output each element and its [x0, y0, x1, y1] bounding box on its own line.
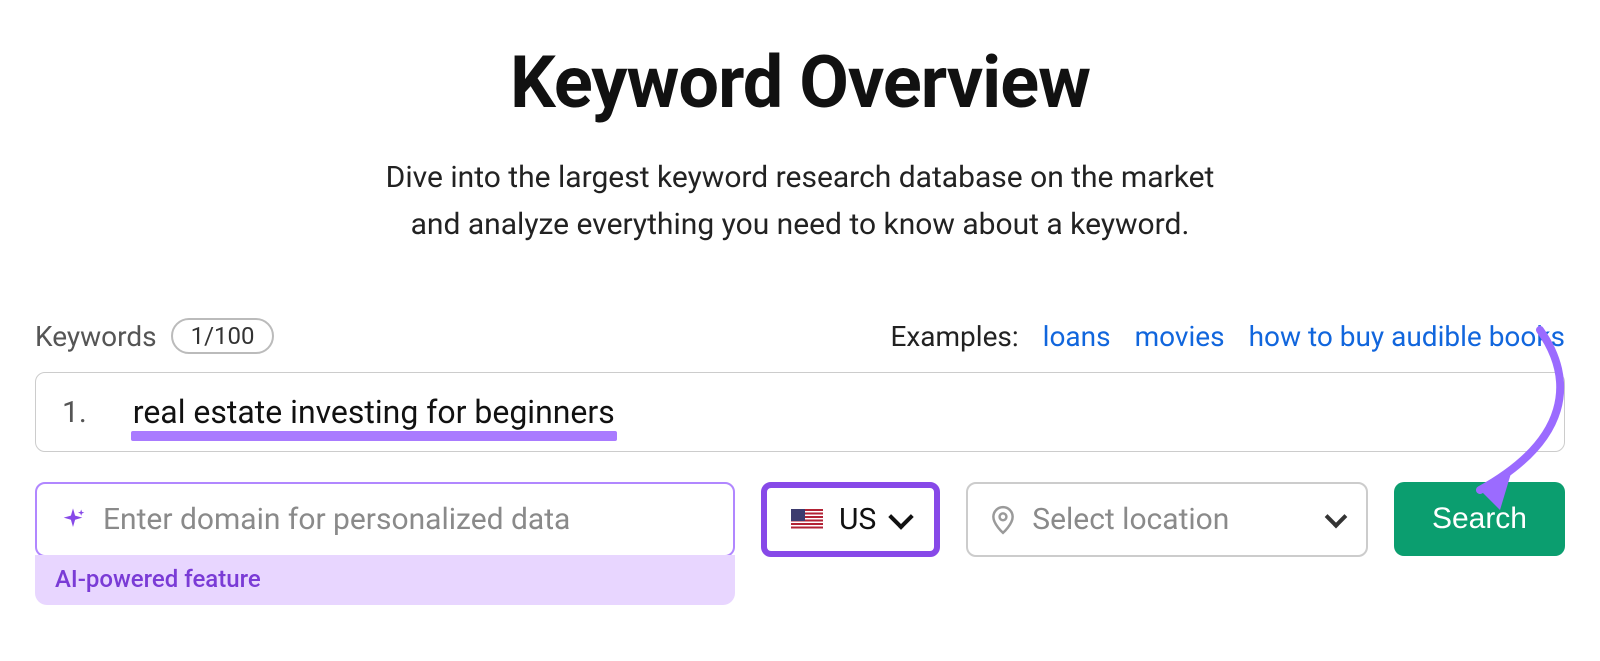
- keyword-input[interactable]: 1. real estate investing for beginners: [35, 372, 1565, 452]
- example-link-audible[interactable]: how to buy audible books: [1249, 320, 1565, 353]
- flag-us-icon: [791, 509, 823, 531]
- sparkle-icon: [59, 506, 87, 534]
- keyword-value: real estate investing for beginners: [133, 393, 615, 431]
- examples-label: Examples:: [890, 320, 1018, 353]
- ai-powered-label: AI-powered feature: [55, 565, 261, 593]
- chevron-down-icon: [889, 504, 914, 529]
- keyword-row-index: 1.: [62, 395, 87, 430]
- location-select[interactable]: Select location: [966, 482, 1368, 557]
- subtitle-line1: Dive into the largest keyword research d…: [386, 160, 1215, 195]
- keywords-label: Keywords: [35, 320, 157, 353]
- search-button[interactable]: Search: [1394, 482, 1565, 556]
- location-pin-icon: [990, 505, 1016, 535]
- country-code: US: [839, 502, 876, 537]
- keywords-label-wrap: Keywords 1/100: [35, 318, 274, 354]
- subtitle-line2: and analyze everything you need to know …: [411, 207, 1190, 242]
- location-placeholder: Select location: [1032, 502, 1312, 537]
- page-subtitle: Dive into the largest keyword research d…: [35, 155, 1565, 248]
- highlight-underline: [131, 431, 617, 441]
- keywords-count-badge: 1/100: [171, 318, 275, 354]
- ai-footer: AI-powered feature: [35, 555, 735, 605]
- domain-placeholder: Enter domain for personalized data: [103, 502, 570, 537]
- country-select[interactable]: US: [761, 482, 940, 557]
- examples-wrap: Examples: loans movies how to buy audibl…: [890, 320, 1565, 353]
- page-title: Keyword Overview: [35, 40, 1565, 125]
- chevron-down-icon: [1325, 505, 1348, 528]
- domain-input[interactable]: Enter domain for personalized data: [35, 482, 735, 557]
- example-link-loans[interactable]: loans: [1043, 320, 1111, 353]
- example-link-movies[interactable]: movies: [1135, 320, 1225, 353]
